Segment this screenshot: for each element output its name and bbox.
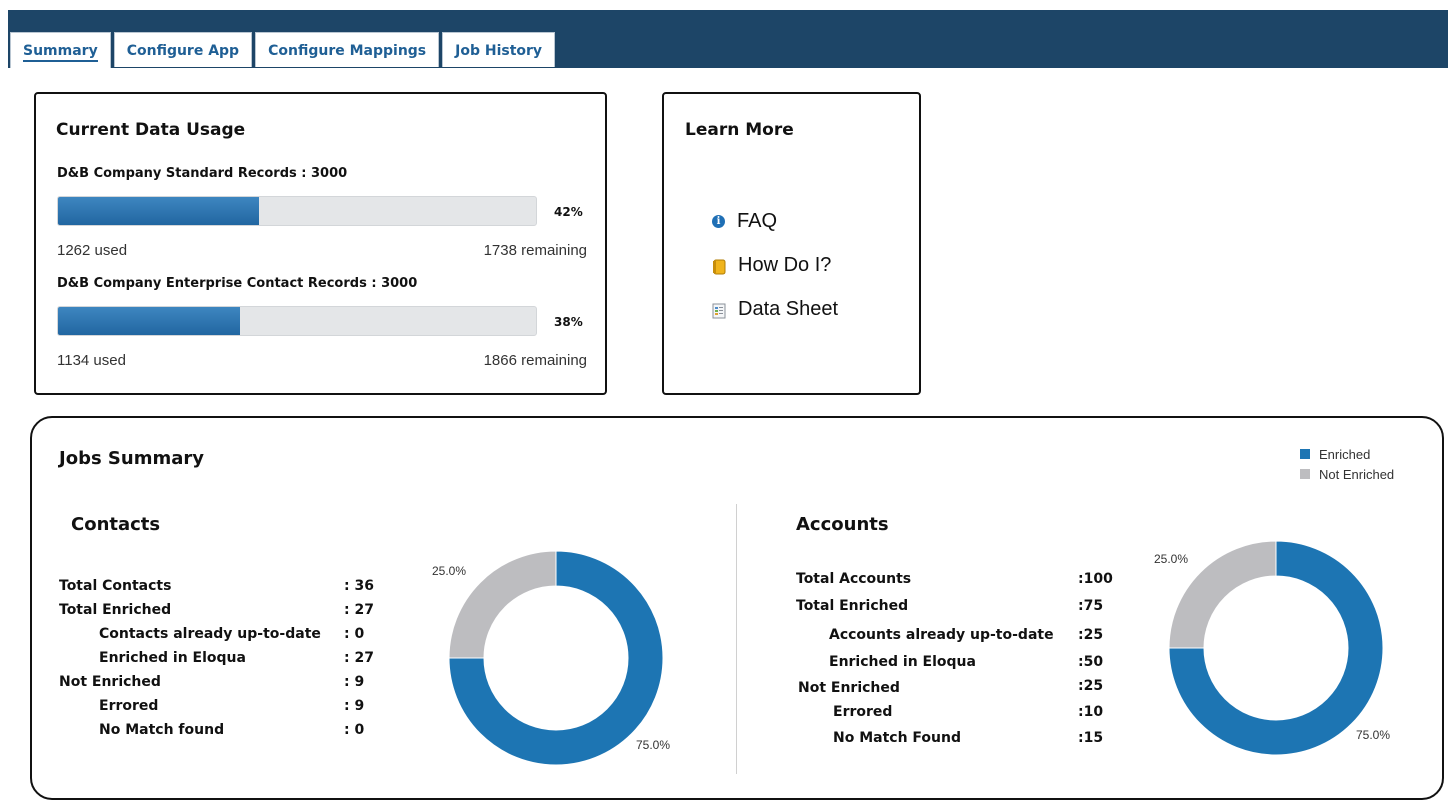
enterprise-records-used: 1134 used xyxy=(57,352,126,369)
data-usage-panel: Current Data Usage D&B Company Standard … xyxy=(34,92,607,395)
faq-link-label: FAQ xyxy=(737,210,778,232)
stat-label: Errored xyxy=(833,704,893,720)
enterprise-records-title: D&B Company Enterprise Contact Records :… xyxy=(57,276,418,291)
stat-label: No Match Found xyxy=(833,730,961,746)
enterprise-records-percent: 38% xyxy=(554,315,583,329)
stat-value: : 0 xyxy=(344,626,365,642)
stat-value: :50 xyxy=(1078,654,1104,670)
legend-item-enriched: Enriched xyxy=(1300,444,1394,464)
stat-value: :100 xyxy=(1078,571,1113,587)
tab-configure-mappings[interactable]: Configure Mappings xyxy=(255,32,440,67)
standard-records-title: D&B Company Standard Records : 3000 xyxy=(57,166,348,181)
stat-label: Total Enriched xyxy=(59,602,172,618)
standard-records-progress-fill xyxy=(58,197,259,225)
standard-records-progress-bar xyxy=(57,196,537,226)
stat-value: : 9 xyxy=(344,674,365,690)
legend-item-not-enriched: Not Enriched xyxy=(1300,464,1394,484)
contacts-enriched-pct: 75.0% xyxy=(636,738,671,752)
data-usage-title: Current Data Usage xyxy=(56,120,246,140)
stat-label: Total Enriched xyxy=(796,598,909,614)
stat-label: Enriched in Eloqua xyxy=(99,650,246,666)
stat-label: Total Contacts xyxy=(59,578,172,594)
stat-value: :10 xyxy=(1078,704,1104,720)
stat-label: Accounts already up-to-date xyxy=(829,627,1054,643)
tab-job-history-label: Job History xyxy=(455,43,543,59)
legend-swatch-enriched xyxy=(1300,449,1310,459)
contacts-not-enriched-pct: 25.0% xyxy=(432,564,467,578)
accounts-not-enriched-pct: 25.0% xyxy=(1154,552,1189,566)
stat-label: Not Enriched xyxy=(798,680,900,696)
standard-records-percent: 42% xyxy=(554,205,583,219)
faq-link[interactable]: i FAQ xyxy=(712,210,777,233)
tab-bar: Summary Configure App Configure Mappings… xyxy=(10,32,558,68)
stat-value: : 27 xyxy=(344,650,374,666)
stat-label: Contacts already up-to-date xyxy=(99,626,321,642)
stat-value: :25 xyxy=(1078,678,1104,694)
stat-label: Total Accounts xyxy=(796,571,912,587)
learn-more-panel: Learn More i FAQ How Do I? Data Sheet xyxy=(662,92,921,395)
stat-value: :25 xyxy=(1078,627,1104,643)
stat-label: Not Enriched xyxy=(59,674,161,690)
stat-value: :75 xyxy=(1078,598,1104,614)
stat-label: Enriched in Eloqua xyxy=(829,654,976,670)
jobs-summary-panel: Jobs Summary Enriched Not Enriched Conta… xyxy=(30,416,1444,800)
legend-label-not-enriched: Not Enriched xyxy=(1319,466,1395,482)
stat-value: : 36 xyxy=(344,578,374,594)
data-sheet-link[interactable]: Data Sheet xyxy=(712,298,838,321)
tab-summary-label: Summary xyxy=(23,43,98,62)
stat-value: : 9 xyxy=(344,698,365,714)
accounts-enriched-pct: 75.0% xyxy=(1356,728,1391,742)
legend-label-enriched: Enriched xyxy=(1319,446,1371,462)
enterprise-records-progress-bar xyxy=(57,306,537,336)
document-icon xyxy=(712,302,726,318)
contacts-donut-chart xyxy=(448,550,664,766)
contacts-title: Contacts xyxy=(71,514,161,535)
tab-job-history[interactable]: Job History xyxy=(442,32,556,67)
enterprise-records-progress-fill xyxy=(58,307,240,335)
legend-swatch-not-enriched xyxy=(1300,469,1310,479)
how-do-i-link-label: How Do I? xyxy=(738,254,832,276)
info-icon: i xyxy=(712,215,725,228)
tab-configure-app[interactable]: Configure App xyxy=(113,32,253,67)
tab-summary[interactable]: Summary xyxy=(10,32,111,68)
jobs-summary-title: Jobs Summary xyxy=(59,448,204,469)
enterprise-records-usage-line: 1134 used 1866 remaining xyxy=(57,352,587,369)
standard-records-used: 1262 used xyxy=(57,242,128,259)
stat-label: No Match found xyxy=(99,722,225,738)
book-icon xyxy=(712,258,726,274)
stat-value: : 0 xyxy=(344,722,365,738)
chart-legend: Enriched Not Enriched xyxy=(1300,444,1394,484)
data-sheet-link-label: Data Sheet xyxy=(738,298,839,320)
section-divider xyxy=(736,504,737,774)
stat-value: :15 xyxy=(1078,730,1104,746)
tab-configure-mappings-label: Configure Mappings xyxy=(268,43,427,59)
accounts-donut-chart xyxy=(1168,540,1384,756)
stat-value: : 27 xyxy=(344,602,374,618)
standard-records-remaining: 1738 remaining xyxy=(483,242,587,259)
how-do-i-link[interactable]: How Do I? xyxy=(712,254,831,277)
learn-more-title: Learn More xyxy=(685,120,794,140)
enterprise-records-remaining: 1866 remaining xyxy=(483,352,587,369)
standard-records-usage-line: 1262 used 1738 remaining xyxy=(57,242,587,259)
stat-label: Errored xyxy=(99,698,159,714)
accounts-title: Accounts xyxy=(796,514,889,535)
tab-configure-app-label: Configure App xyxy=(126,43,240,59)
